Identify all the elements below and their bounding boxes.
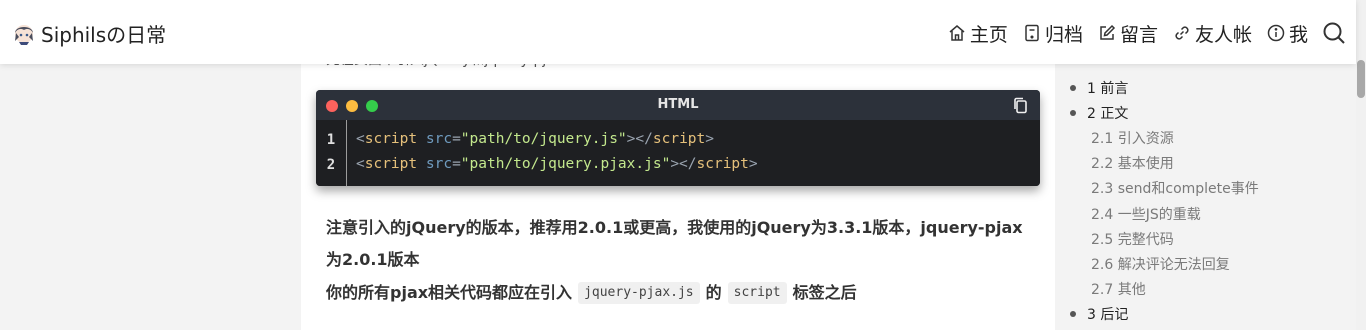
code-line: <script src="path/to/jquery.js"></script…	[356, 131, 714, 147]
nav-menu: 主页 归档 留言 友人帐 我	[933, 19, 1346, 47]
paragraph-text: 的	[705, 283, 722, 302]
top-navbar: Siphilsの日常 主页 归档 留言 友人帐 我	[0, 0, 1356, 64]
paragraph-version-note: 注意引入的jQuery的版本，推荐用2.0.1或更高，我使用的jQuery为3.…	[326, 218, 1023, 269]
toc-label: 2.2 基本使用	[1091, 156, 1174, 172]
code-body: 1 2 <script src="path/to/jquery.js"></sc…	[316, 120, 1040, 186]
site-brand[interactable]: Siphilsの日常	[12, 20, 167, 47]
anime-avatar-icon	[15, 25, 33, 45]
nav-label-about: 我	[1288, 23, 1308, 46]
nav-item-friends[interactable]: 友人帐	[1173, 20, 1252, 47]
toc-item[interactable]: 3 后记	[1070, 304, 1128, 324]
edit-icon	[1100, 24, 1116, 40]
line-number-gutter: 1 2	[316, 120, 347, 186]
info-icon	[1267, 24, 1285, 42]
toc-label: 2 正文	[1087, 106, 1129, 122]
nav-label-archive: 归档	[1044, 23, 1083, 46]
toc-label: 1 前言	[1087, 81, 1129, 97]
scrollbar-thumb[interactable]	[1357, 60, 1365, 98]
search-icon[interactable]	[1322, 21, 1346, 45]
line-number: 1	[326, 132, 336, 148]
code-header: HTML	[316, 90, 1040, 120]
toc-item[interactable]: 2.4 一些JS的重载	[1091, 204, 1201, 224]
toc-item[interactable]: 2.2 基本使用	[1091, 153, 1174, 173]
nav-label-guestbook: 留言	[1119, 23, 1158, 46]
nav-item-guestbook[interactable]: 留言	[1098, 20, 1158, 47]
code-line: <script src="path/to/jquery.pjax.js"></s…	[356, 156, 758, 172]
code-block: HTML 1 2 <script src="path/to/jquery.js"…	[316, 90, 1040, 186]
toc-item[interactable]: 2.5 完整代码	[1091, 229, 1174, 249]
toc-bullet	[1070, 311, 1076, 317]
site-title: Siphilsの日常	[41, 22, 167, 47]
nav-item-home[interactable]: 主页	[948, 20, 1008, 47]
nav-item-archive[interactable]: 归档	[1023, 20, 1083, 47]
toc-bullet	[1070, 110, 1076, 116]
nav-item-about[interactable]: 我	[1267, 20, 1308, 47]
toc-label: 2.5 完整代码	[1091, 232, 1174, 248]
toc-label: 2.4 一些JS的重载	[1091, 207, 1201, 223]
toc-item[interactable]: 2.6 解决评论无法回复	[1091, 254, 1230, 274]
archive-icon	[1025, 24, 1039, 42]
page-scrollbar[interactable]	[1356, 0, 1366, 330]
paragraph-text: 你的所有pjax相关代码都应在引入	[326, 283, 573, 302]
copy-icon[interactable]	[1012, 97, 1028, 114]
toc-label: 2.3 send和complete事件	[1091, 181, 1259, 197]
line-number: 2	[326, 157, 336, 173]
paragraph-script-order: 你的所有pjax相关代码都应在引入 jquery-pjax.js 的 scrip…	[326, 277, 857, 309]
code-language-label: HTML	[657, 97, 699, 112]
toc-item[interactable]: 2.1 引入资源	[1091, 128, 1174, 148]
link-icon	[1175, 26, 1189, 40]
toc-label: 2.6 解决评论无法回复	[1091, 257, 1230, 273]
toc-item[interactable]: 2 正文	[1070, 103, 1128, 123]
toc-item[interactable]: 2.7 其他	[1091, 279, 1146, 299]
toc-item[interactable]: 2.3 send和complete事件	[1091, 178, 1259, 198]
toc-item[interactable]: 1 前言	[1070, 78, 1128, 98]
nav-label-friends: 友人帐	[1194, 23, 1252, 46]
home-icon	[949, 25, 965, 41]
toc-label: 3 后记	[1087, 307, 1129, 323]
inline-code: jquery-pjax.js	[578, 282, 700, 304]
nav-label-home: 主页	[969, 23, 1008, 46]
inline-code: script	[727, 282, 787, 304]
toc-bullet	[1070, 85, 1076, 91]
paragraph-text: 标签之后	[792, 283, 857, 302]
toc-label: 2.7 其他	[1091, 282, 1146, 298]
toc-label: 2.1 引入资源	[1091, 131, 1174, 147]
